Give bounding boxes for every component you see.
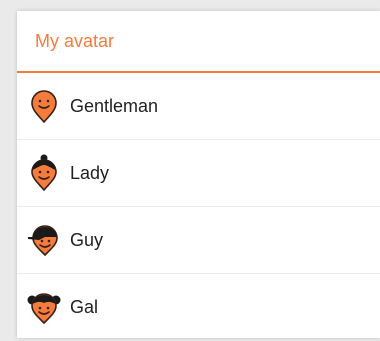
dialog-title: My avatar [35,30,115,51]
lady-avatar-icon [26,153,62,193]
gentleman-avatar-icon [26,86,62,126]
avatar-option-label: Gal [70,297,99,317]
avatar-option-gentleman[interactable]: Gentleman [17,73,380,140]
avatar-option-lady[interactable]: Lady [17,140,380,207]
avatar-dialog: My avatar Gentleman Lady Guy Gal [17,11,380,338]
avatar-option-label: Lady [70,162,110,183]
avatar-option-label: Gentleman [70,95,159,116]
avatar-option-gal[interactable]: Gal [17,274,380,341]
guy-avatar-icon [26,220,62,260]
avatar-list: Gentleman Lady Guy Gal [17,73,380,341]
gal-avatar-icon [26,288,62,328]
avatar-option-guy[interactable]: Guy [17,207,380,274]
avatar-option-label: Guy [70,229,104,250]
dialog-header: My avatar [17,11,380,73]
